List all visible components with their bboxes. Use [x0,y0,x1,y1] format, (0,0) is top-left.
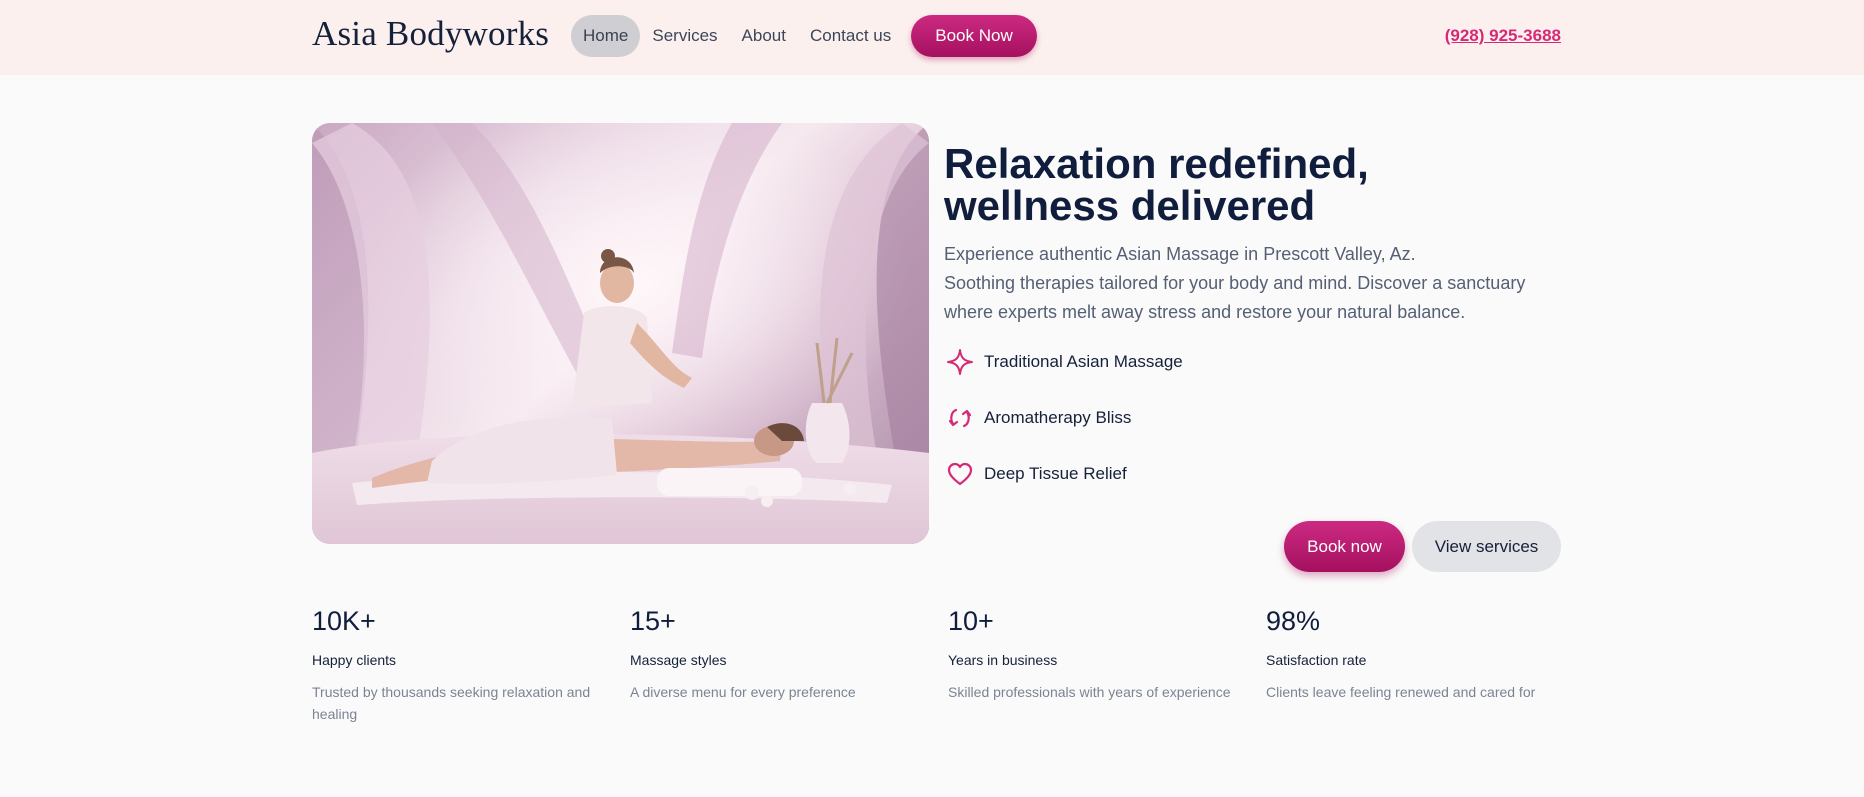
stat-description-line: Trusted by thousands seeking relaxation … [312,684,591,700]
feature-label: Traditional Asian Massage [984,352,1183,371]
hero-title: Relaxation redefined, wellness delivered [944,143,1544,227]
stat-description: Trusted by thousands seeking relaxation … [312,681,612,725]
brand-logo[interactable]: Asia Bodyworks [312,14,549,54]
nav-home[interactable]: Home [571,15,641,57]
hero-description-line-1: Experience authentic Asian Massage in Pr… [944,244,1416,264]
hero-title-line-2: wellness delivered [944,182,1316,229]
stat-massage-styles: 15+ Massage styles A diverse menu for ev… [630,606,930,703]
stat-value: 10K+ [312,606,376,636]
stat-description-line: Skilled professionals with years of expe… [948,684,1231,700]
stat-description: A diverse menu for every preference [630,681,930,703]
stat-description-line: A diverse menu for every preference [630,684,856,700]
main-nav: Home Services About Contact us Book Now [571,15,1037,57]
hero-massage-image [312,123,929,544]
feature-traditional-massage: Traditional Asian Massage [944,345,1183,379]
stat-label: Massage styles [630,652,727,668]
stat-years-in-business: 10+ Years in business Skilled profession… [948,606,1248,703]
nav-services[interactable]: Services [640,15,729,57]
hero-description-line-3: where experts melt away stress and resto… [944,302,1466,322]
heart-icon [944,458,976,490]
massage-scene-illustration [312,123,929,544]
hero-title-line-1: Relaxation redefined, [944,140,1369,187]
feature-deep-tissue: Deep Tissue Relief [944,457,1127,491]
view-services-button[interactable]: View services [1412,521,1561,572]
refresh-icon [944,402,976,434]
hero-description: Experience authentic Asian Massage in Pr… [944,240,1564,327]
feature-aromatherapy: Aromatherapy Bliss [944,401,1131,435]
stat-description: Skilled professionals with years of expe… [948,681,1248,703]
stat-label: Years in business [948,652,1058,668]
feature-label: Deep Tissue Relief [984,464,1127,483]
book-now-button[interactable]: Book now [1284,521,1405,572]
stat-satisfaction-rate: 98% Satisfaction rate Clients leave feel… [1266,606,1566,703]
stat-label: Happy clients [312,652,397,668]
stat-description: Clients leave feeling renewed and cared … [1266,681,1566,703]
stat-description-line: healing [312,706,358,722]
stat-label: Satisfaction rate [1266,652,1367,668]
site-header: Asia Bodyworks Home Services About Conta… [0,0,1864,75]
phone-link[interactable]: (928) 925-3688 [1445,26,1561,46]
book-now-header-button[interactable]: Book Now [911,15,1037,57]
stat-happy-clients: 10K+ Happy clients Trusted by thousands … [312,606,612,725]
stat-value: 15+ [630,606,676,636]
hero-description-line-2: Soothing therapies tailored for your bod… [944,273,1526,293]
stat-value: 98% [1266,606,1321,636]
stat-value: 10+ [948,606,994,636]
nav-contact[interactable]: Contact us [798,15,903,57]
nav-about[interactable]: About [730,15,798,57]
sparkle-icon [944,346,976,378]
feature-label: Aromatherapy Bliss [984,408,1132,427]
stat-description-line: Clients leave feeling renewed and cared … [1266,684,1536,700]
